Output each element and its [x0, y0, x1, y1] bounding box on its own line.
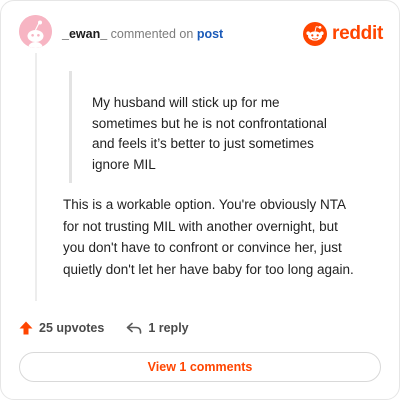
username[interactable]: _ewan_	[62, 27, 107, 41]
commented-on-text: commented on	[110, 27, 194, 41]
comment-body: This is a workable option. You're obviou…	[63, 197, 354, 277]
reddit-brand[interactable]: reddit	[303, 21, 383, 47]
quote-bar	[69, 71, 72, 183]
comment-card: _ewan_ commented on post reddit My husba…	[0, 0, 400, 400]
thread-line[interactable]	[35, 53, 37, 301]
upvote-count: 25 upvotes	[39, 321, 105, 335]
post-link[interactable]: post	[197, 27, 223, 41]
upvote-arrow-icon	[19, 321, 33, 335]
reply-arrow-icon	[127, 322, 142, 334]
reply-button[interactable]: 1 reply	[126, 321, 189, 335]
quoted-text: My husband will stick up for me sometime…	[92, 95, 327, 172]
avatar[interactable]	[19, 15, 52, 48]
comment-header: _ewan_ commented on post	[62, 26, 223, 42]
view-comments-button[interactable]: View 1 comments	[19, 352, 381, 382]
reddit-logo-icon	[303, 22, 328, 46]
upvote-button[interactable]: 25 upvotes	[19, 321, 104, 335]
snoo-avatar-icon	[19, 15, 52, 48]
reddit-wordmark: reddit	[332, 23, 383, 44]
comment-actions: 25 upvotes 1 reply	[19, 318, 189, 338]
reply-count: 1 reply	[148, 321, 189, 335]
